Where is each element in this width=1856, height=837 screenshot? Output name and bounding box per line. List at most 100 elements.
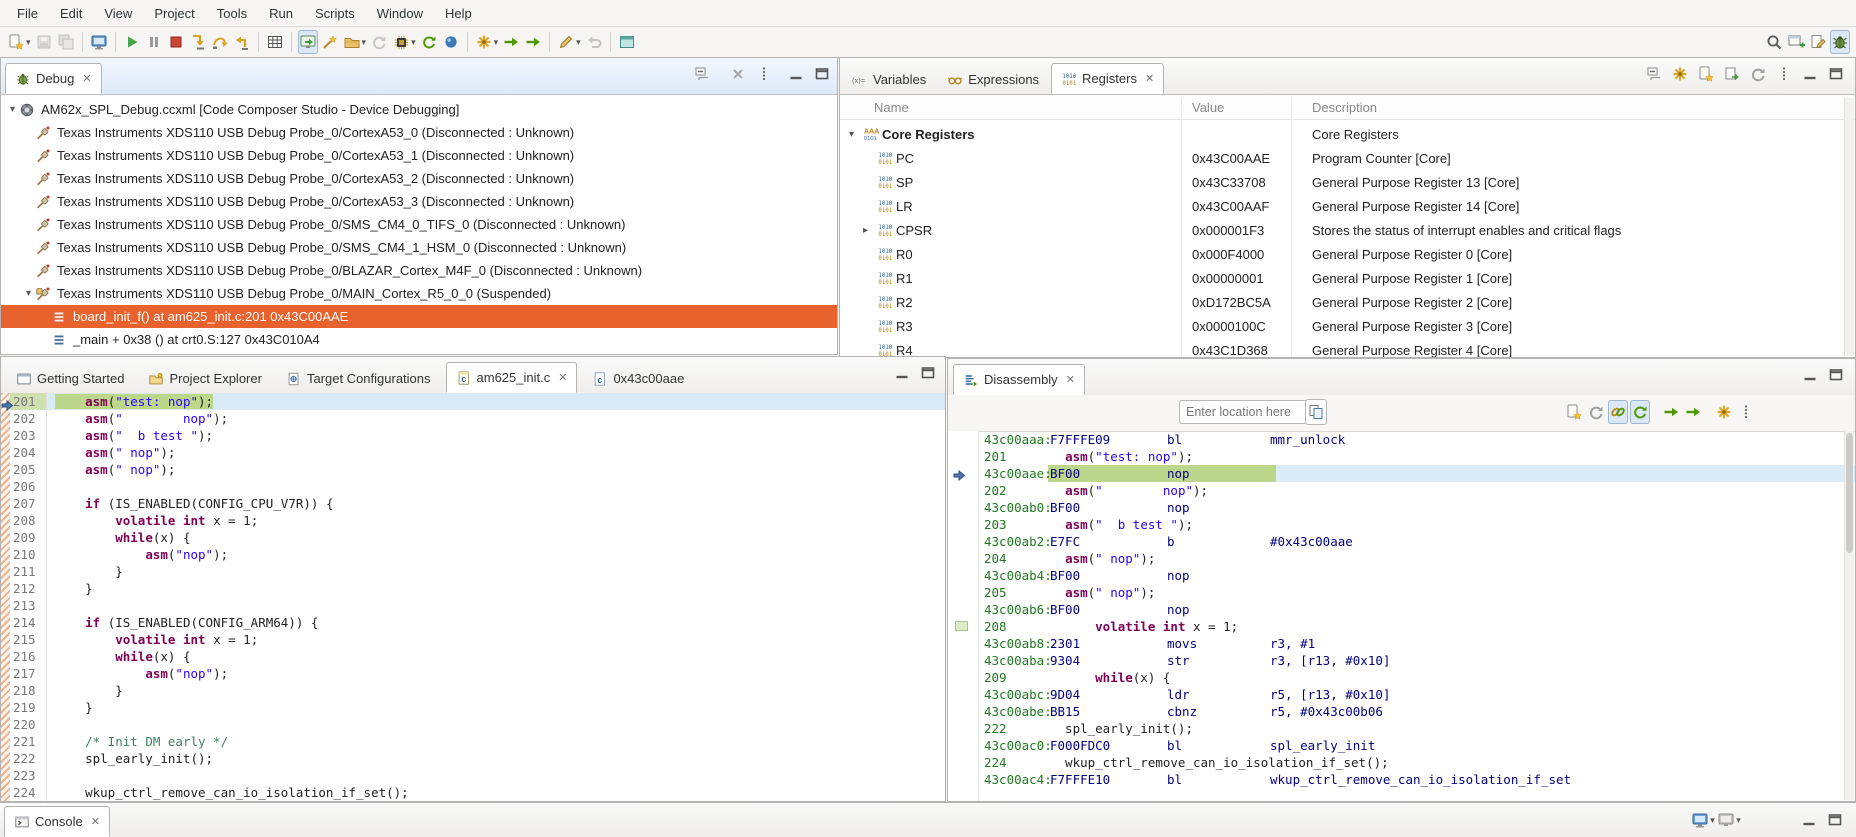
disassembly-row[interactable]: 203 asm(" b test "); bbox=[978, 516, 1855, 533]
step-return-button[interactable] bbox=[232, 30, 252, 54]
new-window-button[interactable] bbox=[617, 30, 637, 54]
tab-variables[interactable]: (x)=Variables bbox=[843, 65, 935, 94]
code-text[interactable]: asm("nop"); bbox=[47, 665, 945, 682]
expander-icon[interactable]: ▸ bbox=[863, 225, 877, 236]
refresh-view-button[interactable] bbox=[1586, 400, 1606, 424]
code-line[interactable]: 220 bbox=[1, 716, 945, 733]
disassembly-row[interactable]: 224 wkup_ctrl_remove_can_io_isolation_if… bbox=[978, 754, 1855, 771]
close-icon[interactable]: ✕ bbox=[91, 815, 100, 828]
register-row[interactable]: 10100101R00x000F4000General Purpose Regi… bbox=[840, 242, 1855, 266]
display-selected-console-button[interactable]: ▾ bbox=[1716, 808, 1742, 832]
add-register-group-button[interactable] bbox=[1667, 62, 1693, 86]
tree-row[interactable]: ▾AM62x_SPL_Debug.ccxml [Code Composer St… bbox=[1, 98, 837, 121]
tab-expressions[interactable]: Expressions bbox=[938, 65, 1048, 94]
export-registers-button[interactable] bbox=[1719, 62, 1745, 86]
code-text[interactable]: } bbox=[47, 682, 945, 699]
code-line[interactable]: 223 bbox=[1, 767, 945, 784]
code-text[interactable]: wkup_ctrl_remove_can_io_isolation_if_set… bbox=[47, 784, 945, 801]
tab-0x43c00aae[interactable]: c0x43c00aae bbox=[583, 364, 693, 393]
disassembly-row[interactable]: 43c00ab0:BF00nop bbox=[978, 499, 1855, 516]
register-value[interactable]: 0x43C33708 bbox=[1192, 175, 1266, 190]
code-text[interactable]: asm(" nop"); bbox=[47, 444, 945, 461]
maximize-button[interactable] bbox=[915, 361, 941, 385]
code-line[interactable]: 201 asm("test: nop"); bbox=[1, 393, 945, 410]
disassembly-row[interactable]: 204 asm(" nop"); bbox=[978, 550, 1855, 567]
load-program-button[interactable] bbox=[298, 30, 318, 54]
register-row[interactable]: 10100101R20xD172BC5AGeneral Purpose Regi… bbox=[840, 290, 1855, 314]
flash-device-button[interactable]: ▾ bbox=[391, 30, 417, 54]
code-text[interactable] bbox=[47, 716, 945, 733]
new-view-button[interactable] bbox=[1693, 62, 1719, 86]
register-row[interactable]: ▾AAA0101Core RegistersCore Registers bbox=[840, 122, 1855, 146]
register-value[interactable]: 0x43C00AAE bbox=[1192, 151, 1270, 166]
code-text[interactable]: } bbox=[47, 580, 945, 597]
code-line[interactable]: 217 asm("nop"); bbox=[1, 665, 945, 682]
connect-target-button[interactable] bbox=[320, 30, 340, 54]
save-button[interactable] bbox=[34, 30, 54, 54]
register-value[interactable]: 0x43C00AAF bbox=[1192, 199, 1269, 214]
dropdown-chevron-icon[interactable]: ▾ bbox=[576, 37, 581, 48]
menu-edit[interactable]: Edit bbox=[49, 2, 93, 25]
tab-project-explorer[interactable]: Project Explorer bbox=[139, 364, 270, 393]
minimize-button[interactable] bbox=[783, 62, 809, 86]
code-text[interactable]: asm(" nop"); bbox=[47, 410, 945, 427]
link-with-debug-button[interactable] bbox=[1608, 400, 1628, 424]
disassembly-row[interactable]: 43c00abe:BB15cbnzr5, #0x43c00b06 bbox=[978, 703, 1855, 720]
copy-annotation-button[interactable] bbox=[1305, 399, 1327, 425]
close-icon[interactable]: ✕ bbox=[1066, 373, 1075, 386]
register-value[interactable]: 0x43C1D368 bbox=[1192, 343, 1268, 358]
tree-row[interactable]: Texas Instruments XDS110 USB Debug Probe… bbox=[1, 190, 837, 213]
expander-icon[interactable]: ▾ bbox=[849, 129, 863, 140]
code-line[interactable]: 222 spl_early_init(); bbox=[1, 750, 945, 767]
code-text[interactable]: /* Init DM early */ bbox=[47, 733, 945, 750]
menu-scripts[interactable]: Scripts bbox=[304, 2, 366, 25]
disassembly-row[interactable]: 208 volatile int x = 1; bbox=[978, 618, 1855, 635]
tree-row[interactable]: Texas Instruments XDS110 USB Debug Probe… bbox=[1, 259, 837, 282]
tree-row[interactable]: Texas Instruments XDS110 USB Debug Probe… bbox=[1, 121, 837, 144]
tab-console[interactable]: Console✕ bbox=[4, 806, 110, 837]
code-text[interactable]: while(x) { bbox=[47, 529, 945, 546]
code-text[interactable]: if (IS_ENABLED(CONFIG_ARM64)) { bbox=[47, 614, 945, 631]
code-line[interactable]: 216 while(x) { bbox=[1, 648, 945, 665]
tab-am625-init-c[interactable]: cam625_init.c✕ bbox=[446, 362, 578, 393]
terminate-button[interactable] bbox=[166, 30, 186, 54]
code-text[interactable] bbox=[47, 478, 945, 495]
code-line[interactable]: 207 if (IS_ENABLED(CONFIG_CPU_V7R)) { bbox=[1, 495, 945, 512]
expander-icon[interactable]: ▾ bbox=[22, 288, 35, 299]
code-line[interactable]: 211 } bbox=[1, 563, 945, 580]
maximize-button[interactable] bbox=[1822, 808, 1848, 832]
dropdown-chevron-icon[interactable]: ▾ bbox=[26, 37, 31, 48]
tab-registers[interactable]: 10100101Registers✕ bbox=[1051, 63, 1164, 94]
suspend-button[interactable] bbox=[144, 30, 164, 54]
code-text[interactable] bbox=[47, 597, 945, 614]
quickdiff-ruler[interactable] bbox=[1, 393, 10, 801]
menu-window[interactable]: Window bbox=[366, 2, 434, 25]
code-line[interactable]: 203 asm(" b test "); bbox=[1, 427, 945, 444]
disassembly-row[interactable]: 43c00ac0:F000FDC0blspl_early_init bbox=[978, 737, 1855, 754]
register-value[interactable]: 0x000F4000 bbox=[1192, 247, 1264, 262]
disassembly-row[interactable]: 222 spl_early_init(); bbox=[978, 720, 1855, 737]
code-line[interactable]: 221 /* Init DM early */ bbox=[1, 733, 945, 750]
menu-file[interactable]: File bbox=[6, 2, 49, 25]
code-text[interactable]: asm(" nop"); bbox=[47, 461, 945, 478]
code-text[interactable]: asm("test: nop"); bbox=[47, 393, 945, 410]
tree-row[interactable]: _main + 0x38 () at crt0.S:127 0x43C010A4 bbox=[1, 328, 837, 351]
new-breakpoint-button[interactable]: ▾ bbox=[474, 30, 500, 54]
tree-row[interactable]: Texas Instruments XDS110 USB Debug Probe… bbox=[1, 144, 837, 167]
tree-row[interactable]: Texas Instruments XDS110 USB Debug Probe… bbox=[1, 236, 837, 259]
code-line[interactable]: 218 } bbox=[1, 682, 945, 699]
open-console-button[interactable]: ▾ bbox=[1690, 808, 1716, 832]
code-line[interactable]: 204 asm(" nop"); bbox=[1, 444, 945, 461]
tree-row[interactable]: ▾Texas Instruments XDS110 USB Debug Prob… bbox=[1, 282, 837, 305]
close-icon[interactable]: ✕ bbox=[1145, 72, 1154, 85]
remove-all-terminated-button[interactable] bbox=[725, 62, 751, 86]
disassembly-row[interactable]: 209 while(x) { bbox=[978, 669, 1855, 686]
debug-button[interactable] bbox=[89, 30, 109, 54]
dropdown-chevron-icon[interactable]: ▾ bbox=[362, 37, 367, 48]
dropdown-chevron-icon[interactable]: ▾ bbox=[411, 37, 416, 48]
tree-row[interactable]: Texas Instruments XDS110 USB Debug Probe… bbox=[1, 213, 837, 236]
tab-getting-started[interactable]: Getting Started bbox=[7, 364, 133, 393]
trace-button[interactable]: ▾ bbox=[556, 30, 582, 54]
step-into-button[interactable] bbox=[188, 30, 208, 54]
menu-tools[interactable]: Tools bbox=[206, 2, 258, 25]
